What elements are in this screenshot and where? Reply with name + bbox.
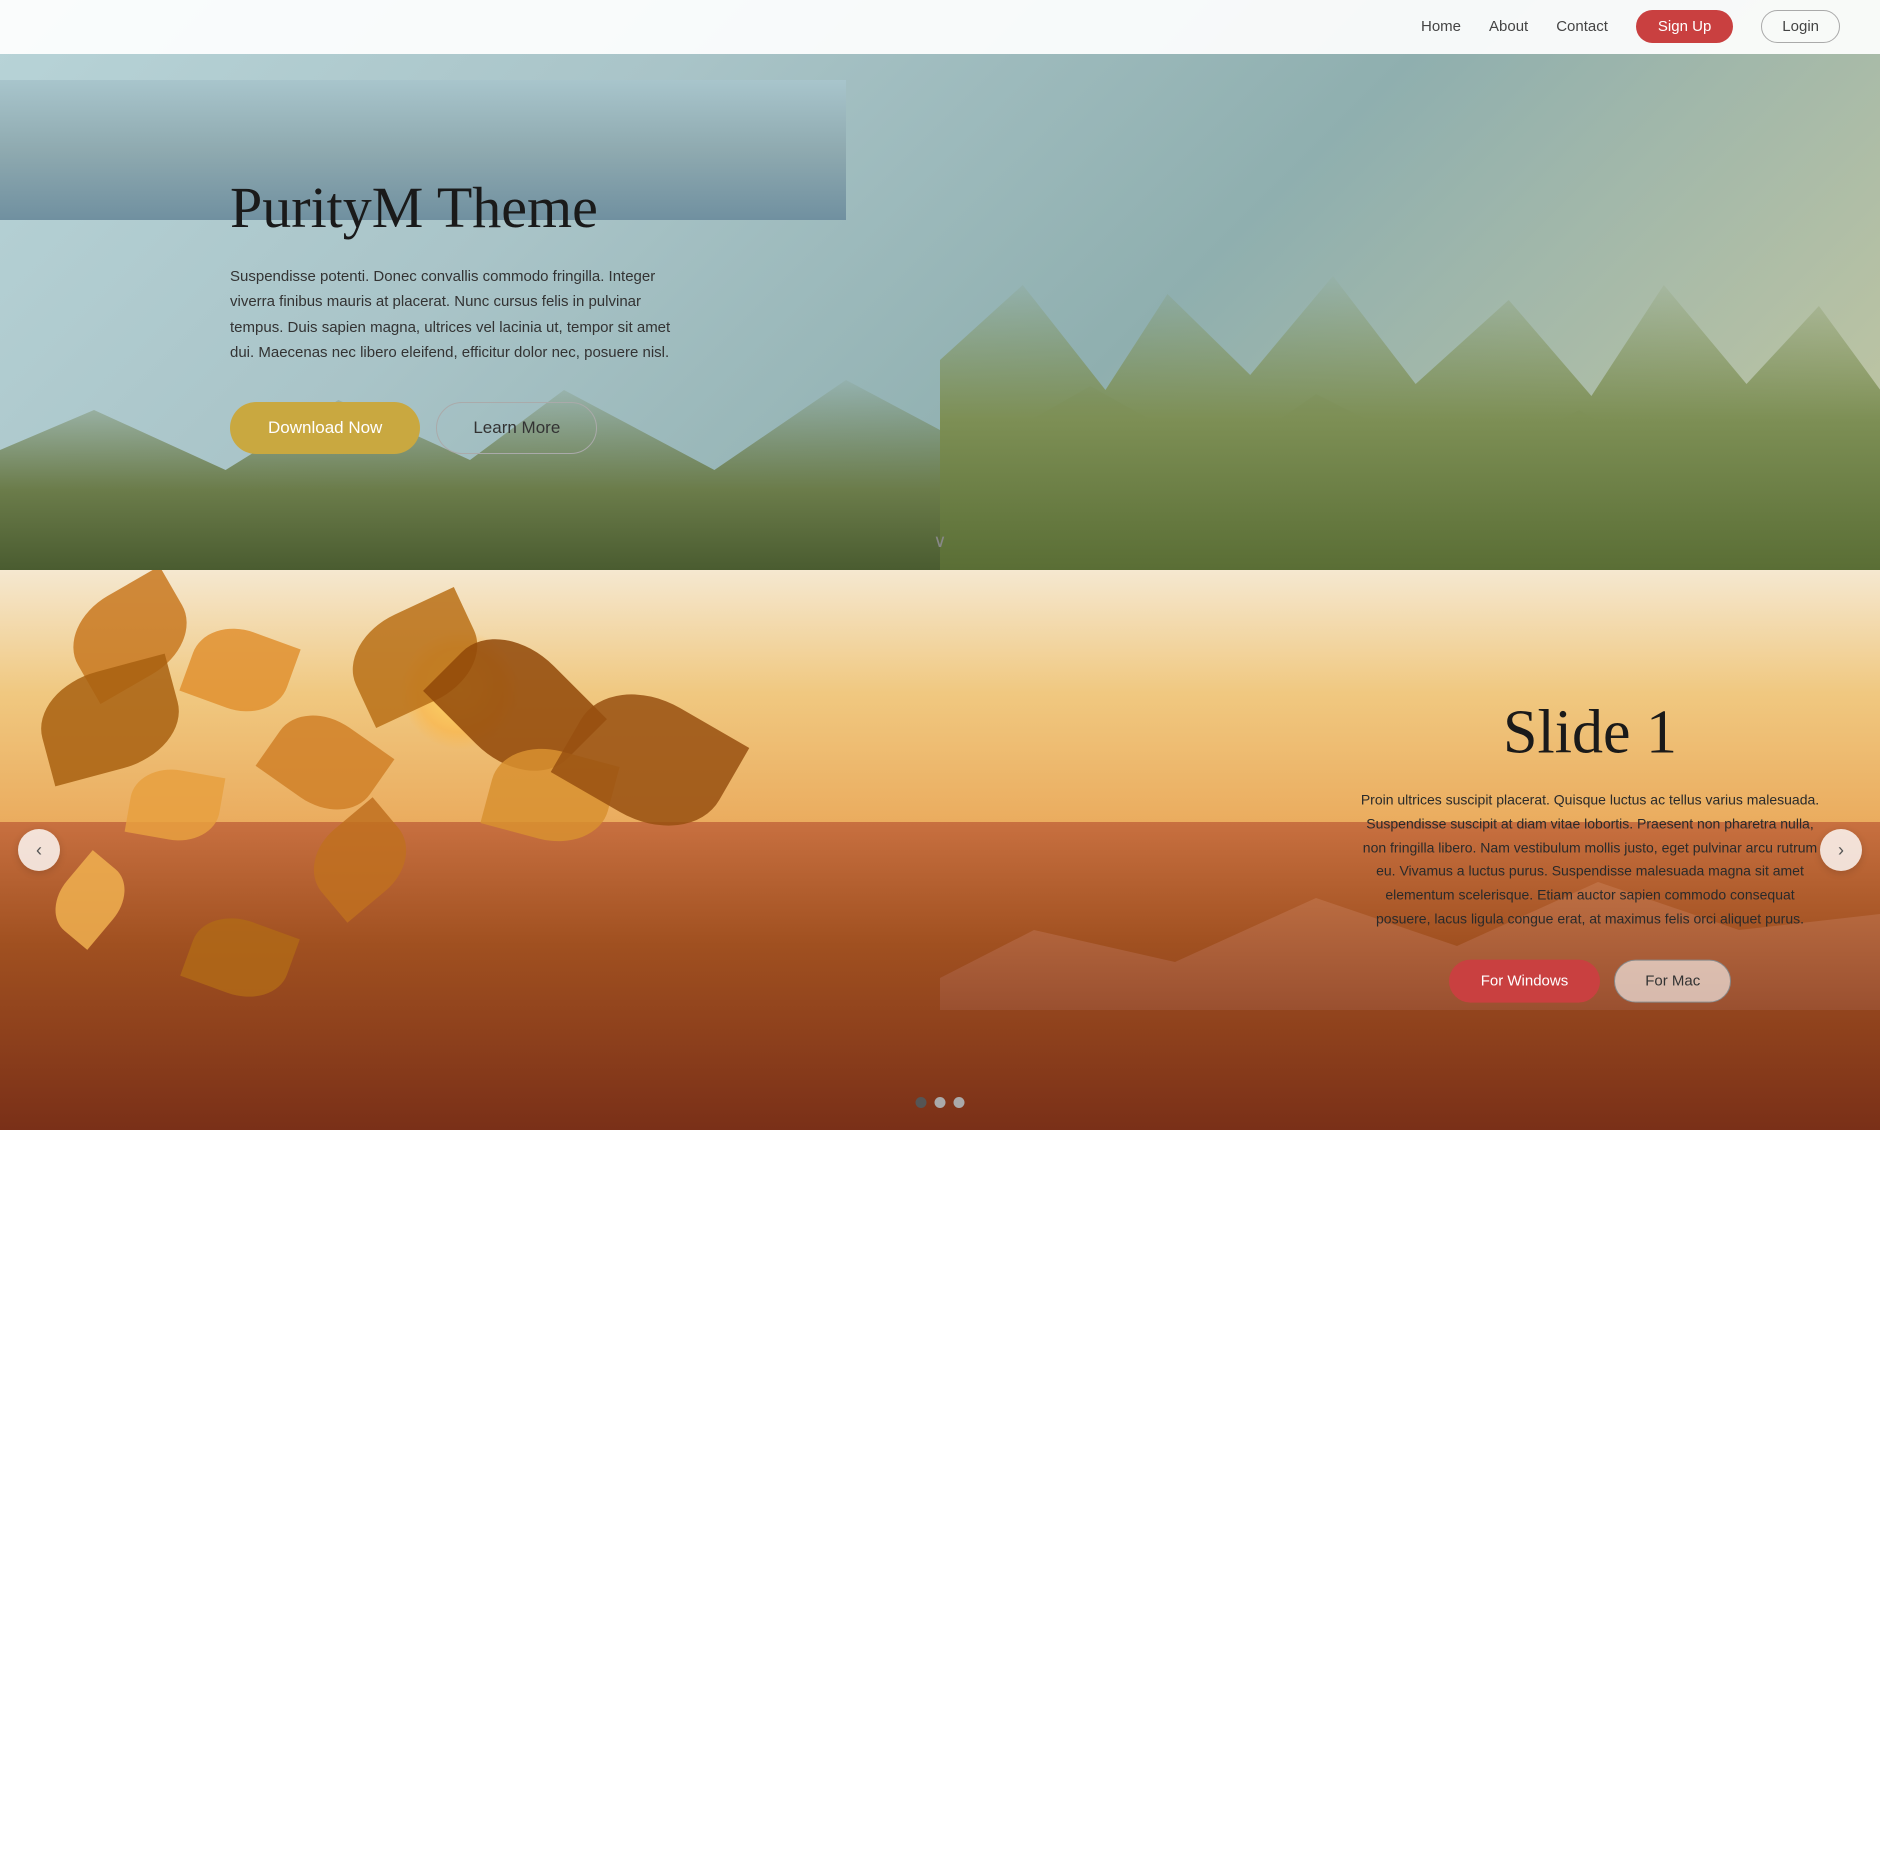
download-now-button[interactable]: Download Now (230, 402, 420, 454)
hero-content: PurityM Theme Suspendisse potenti. Donec… (0, 116, 690, 454)
hero-title: PurityM Theme (230, 176, 690, 240)
leaf-6 (125, 763, 226, 848)
slider-next-button[interactable]: › (1820, 829, 1862, 871)
for-windows-button[interactable]: For Windows (1449, 959, 1601, 1002)
nav-link-contact[interactable]: Contact (1556, 18, 1608, 35)
nav-links: Home About Contact Sign Up Login (1421, 18, 1840, 36)
leaf-3 (29, 654, 190, 787)
for-mac-button[interactable]: For Mac (1614, 959, 1731, 1002)
signup-button[interactable]: Sign Up (1636, 10, 1733, 43)
nav-item-home[interactable]: Home (1421, 18, 1461, 36)
nav-link-about[interactable]: About (1489, 18, 1528, 35)
nav-item-contact[interactable]: Contact (1556, 18, 1608, 36)
slider-prev-button[interactable]: ‹ (18, 829, 60, 871)
nav-link-home[interactable]: Home (1421, 18, 1461, 35)
leaf-group (0, 570, 670, 1130)
slide-description: Proin ultrices suscipit placerat. Quisqu… (1360, 789, 1820, 932)
slide-title: Slide 1 (1360, 698, 1820, 769)
slider-section: Slide 1 Proin ultrices suscipit placerat… (0, 570, 1880, 1130)
leaf-12 (180, 905, 300, 1010)
leaf-2 (179, 615, 300, 724)
slider-dots (916, 1097, 965, 1108)
learn-more-button[interactable]: Learn More (436, 402, 597, 454)
slide-dot-2[interactable] (935, 1097, 946, 1108)
slider-tree (0, 570, 1222, 1130)
scroll-hint-icon: ∨ (933, 531, 946, 552)
slide-dot-3[interactable] (954, 1097, 965, 1108)
hero-description: Suspendisse potenti. Donec convallis com… (230, 264, 690, 366)
nav-item-about[interactable]: About (1489, 18, 1528, 36)
hero-buttons: Download Now Learn More (230, 402, 690, 454)
slider-content: Slide 1 Proin ultrices suscipit placerat… (1360, 698, 1820, 1003)
slide-dot-1[interactable] (916, 1097, 927, 1108)
navbar: Home About Contact Sign Up Login (0, 0, 1880, 54)
login-button[interactable]: Login (1761, 10, 1840, 43)
slide-buttons: For Windows For Mac (1360, 959, 1820, 1002)
hero-section: PurityM Theme Suspendisse potenti. Donec… (0, 0, 1880, 570)
leaf-8 (296, 797, 424, 923)
nav-item-signup[interactable]: Sign Up (1636, 18, 1733, 36)
nav-item-login[interactable]: Login (1761, 18, 1840, 36)
leaf-10 (41, 850, 138, 950)
